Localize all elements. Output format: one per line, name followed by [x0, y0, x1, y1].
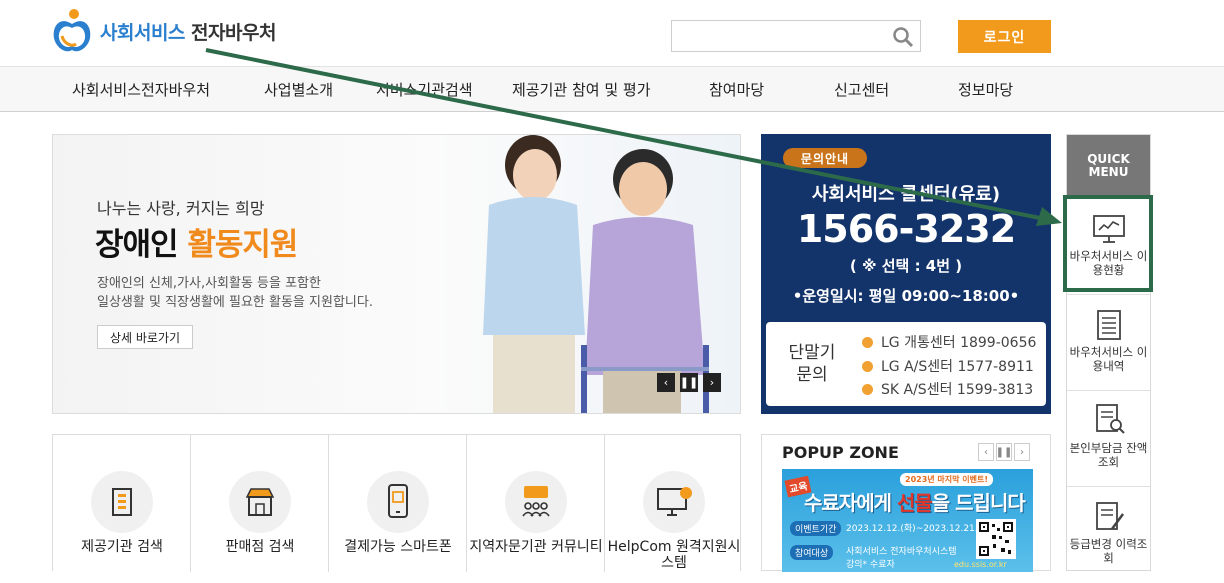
banner-description: 장애인의 신체,가사,사회활동 등을 포함한 일상생활 및 직장생활에 필요한 … [97, 274, 417, 312]
nav-item-participation[interactable]: 참여마당 [709, 79, 764, 100]
bullet-icon [862, 384, 873, 395]
popup-prev-button[interactable]: ‹ [978, 443, 994, 461]
document-list-icon [1097, 310, 1121, 340]
popup-tag-target: 참여대상 [790, 545, 834, 560]
logo-primary: 사회서비스 [100, 21, 185, 44]
popup-target-text2: 강의* 수료자 [846, 560, 895, 570]
nav-item-business[interactable]: 사업별소개 [264, 79, 333, 100]
banner-title-highlight: 활동지원 [187, 227, 298, 263]
service-label: 결제가능 스마트폰 [344, 539, 452, 555]
main-banner: 나누는 사랑, 커지는 희망 장애인 활동지원 장애인의 신체,가사,사회활동 … [52, 134, 741, 414]
service-shortcuts: 제공기관 검색 판매점 검색 결제가능 스마트폰 지역자문기관 커뮤니티 Hel… [52, 434, 743, 572]
banner-prev-button[interactable]: ‹ [657, 373, 675, 392]
device-line: LG A/S센터 1577-8911 [862, 356, 1034, 376]
main-nav: 사회서비스전자바우처 사업별소개 서비스기관검색 제공기관 참여 및 평가 참여… [0, 66, 1224, 112]
nav-item-voucher[interactable]: 사회서비스전자바우처 [72, 79, 210, 100]
popup-url: edu.ssis.or.kr [954, 560, 1007, 569]
quick-menu-item-grade-history[interactable]: 등급변경 이력조회 [1067, 487, 1150, 583]
service-label: 판매점 검색 [225, 539, 295, 555]
device-line-text: LG A/S센터 1577-8911 [881, 359, 1034, 375]
service-item-helpcom[interactable]: HelpCom 원격지원시스템 [605, 435, 743, 572]
header: 사회서비스 전자바우처 로그인 [0, 0, 1224, 66]
site-logo[interactable]: 사회서비스 전자바우처 [50, 6, 276, 56]
popup-tag-period: 이벤트기간 [790, 521, 842, 536]
logo-secondary: 전자바우처 [191, 21, 276, 44]
service-icon-bg [91, 471, 153, 533]
service-icon-bg [505, 471, 567, 533]
quick-menu-label: 등급변경 이력조회 [1069, 537, 1148, 565]
quick-menu-item-balance[interactable]: 본인부담금 잔액조회 [1067, 391, 1150, 487]
login-button[interactable]: 로그인 [958, 20, 1051, 53]
service-icon-bg [229, 471, 291, 533]
community-icon [522, 486, 550, 517]
service-label: 제공기관 검색 [81, 539, 163, 555]
popup-pause-button[interactable]: ❚❚ [996, 443, 1012, 461]
device-line: LG 개통센터 1899-0656 [862, 332, 1036, 352]
popup-event-top: 2023년 마지막 이벤트! [900, 473, 994, 486]
search-input[interactable] [671, 20, 921, 52]
popup-zone-title: POPUP ZONE [782, 443, 899, 462]
service-icon-bg [367, 471, 429, 533]
logo-text: 사회서비스 전자바우처 [100, 18, 276, 45]
banner-title: 장애인 활동지원 [95, 219, 298, 264]
popup-headline-a: 수료자에게 [804, 491, 897, 515]
banner-subtitle: 나누는 사랑, 커지는 희망 [97, 199, 265, 218]
quick-menu-label: 바우처서비스 이용내역 [1069, 345, 1148, 373]
highlight-box [1063, 195, 1153, 292]
popup-headline-b: 선물 [896, 491, 933, 515]
nav-item-agency-search[interactable]: 서비스기관검색 [376, 79, 473, 100]
document-edit-icon [1096, 502, 1125, 530]
logo-apple-icon [53, 9, 91, 52]
store-icon [245, 488, 275, 516]
popup-headline-c: 을 드립니다 [931, 491, 1026, 515]
popup-period-text: 2023.12.12.(화)~2023.12.21.(목) [846, 524, 993, 534]
contact-center-name: 사회서비스 콜센터(유료) [811, 184, 1001, 205]
bullet-icon [862, 361, 873, 372]
quick-menu-title: QUICK MENU [1067, 135, 1150, 199]
document-search-icon [1096, 404, 1125, 434]
smartphone-icon [388, 484, 408, 518]
contact-badge: 문의안내 [783, 148, 867, 168]
device-line: SK A/S센터 1599-3813 [862, 379, 1033, 399]
banner-title-plain: 장애인 [95, 227, 179, 263]
service-label: HelpCom 원격지원시스템 [607, 539, 741, 571]
qr-code-icon [976, 519, 1016, 559]
popup-target-text: 사회서비스 전자바우처시스템 [846, 547, 957, 557]
service-item-store-search[interactable]: 판매점 검색 [191, 435, 329, 572]
banner-pause-button[interactable]: ❚❚ [680, 373, 698, 392]
banner-desc-line2: 일상생활 및 직장생활에 필요한 활동을 지원합니다. [97, 295, 373, 310]
search-icon[interactable] [892, 26, 914, 48]
popup-next-button[interactable]: › [1014, 443, 1030, 461]
remote-monitor-icon [657, 487, 692, 516]
service-item-agency-search[interactable]: 제공기관 검색 [53, 435, 191, 572]
service-icon-bg [643, 471, 705, 533]
nav-item-evaluation[interactable]: 제공기관 참여 및 평가 [512, 79, 651, 100]
banner-next-button[interactable]: › [703, 373, 721, 392]
device-inquiry-title: 단말기 문의 [788, 343, 836, 385]
bullet-icon [862, 337, 873, 348]
device-line-text: SK A/S센터 1599-3813 [881, 382, 1034, 398]
contact-select: ( ※ 선택 : 4번 ) [849, 257, 963, 275]
banner-desc-line1: 장애인의 신체,가사,사회활동 등을 포함한 [97, 276, 321, 291]
contact-hours: •운영일시: 평일 09:00~18:00• [792, 287, 1020, 305]
banner-detail-button[interactable]: 상세 바로가기 [97, 325, 193, 349]
contact-phone: 1566-3232 [796, 207, 1016, 251]
device-line-text: LG 개통센터 1899-0656 [881, 335, 1037, 351]
service-item-smartphone[interactable]: 결제가능 스마트폰 [329, 435, 467, 572]
popup-headline: 수료자에게 선물을 드립니다 [804, 487, 1026, 516]
building-icon [112, 488, 132, 516]
service-item-community[interactable]: 지역자문기관 커뮤니티 [467, 435, 605, 572]
popup-event-banner[interactable]: 2023년 마지막 이벤트! 교육 수료자에게 선물을 드립니다 이벤트기간 2… [782, 469, 1033, 572]
nav-item-report[interactable]: 신고센터 [834, 79, 889, 100]
contact-panel: 문의안내 사회서비스 콜센터(유료) 1566-3232 ( ※ 선택 : 4번… [761, 134, 1051, 414]
service-label: 지역자문기관 커뮤니티 [469, 539, 603, 555]
device-inquiry-box: 단말기 문의 LG 개통센터 1899-0656 LG A/S센터 1577-8… [766, 322, 1046, 406]
quick-menu-item-usage-history[interactable]: 바우처서비스 이용내역 [1067, 295, 1150, 391]
nav-item-info[interactable]: 정보마당 [958, 79, 1013, 100]
quick-menu-label: 본인부담금 잔액조회 [1069, 441, 1148, 469]
popup-zone: POPUP ZONE ‹ ❚❚ › 2023년 마지막 이벤트! 교육 수료자에… [761, 434, 1051, 572]
